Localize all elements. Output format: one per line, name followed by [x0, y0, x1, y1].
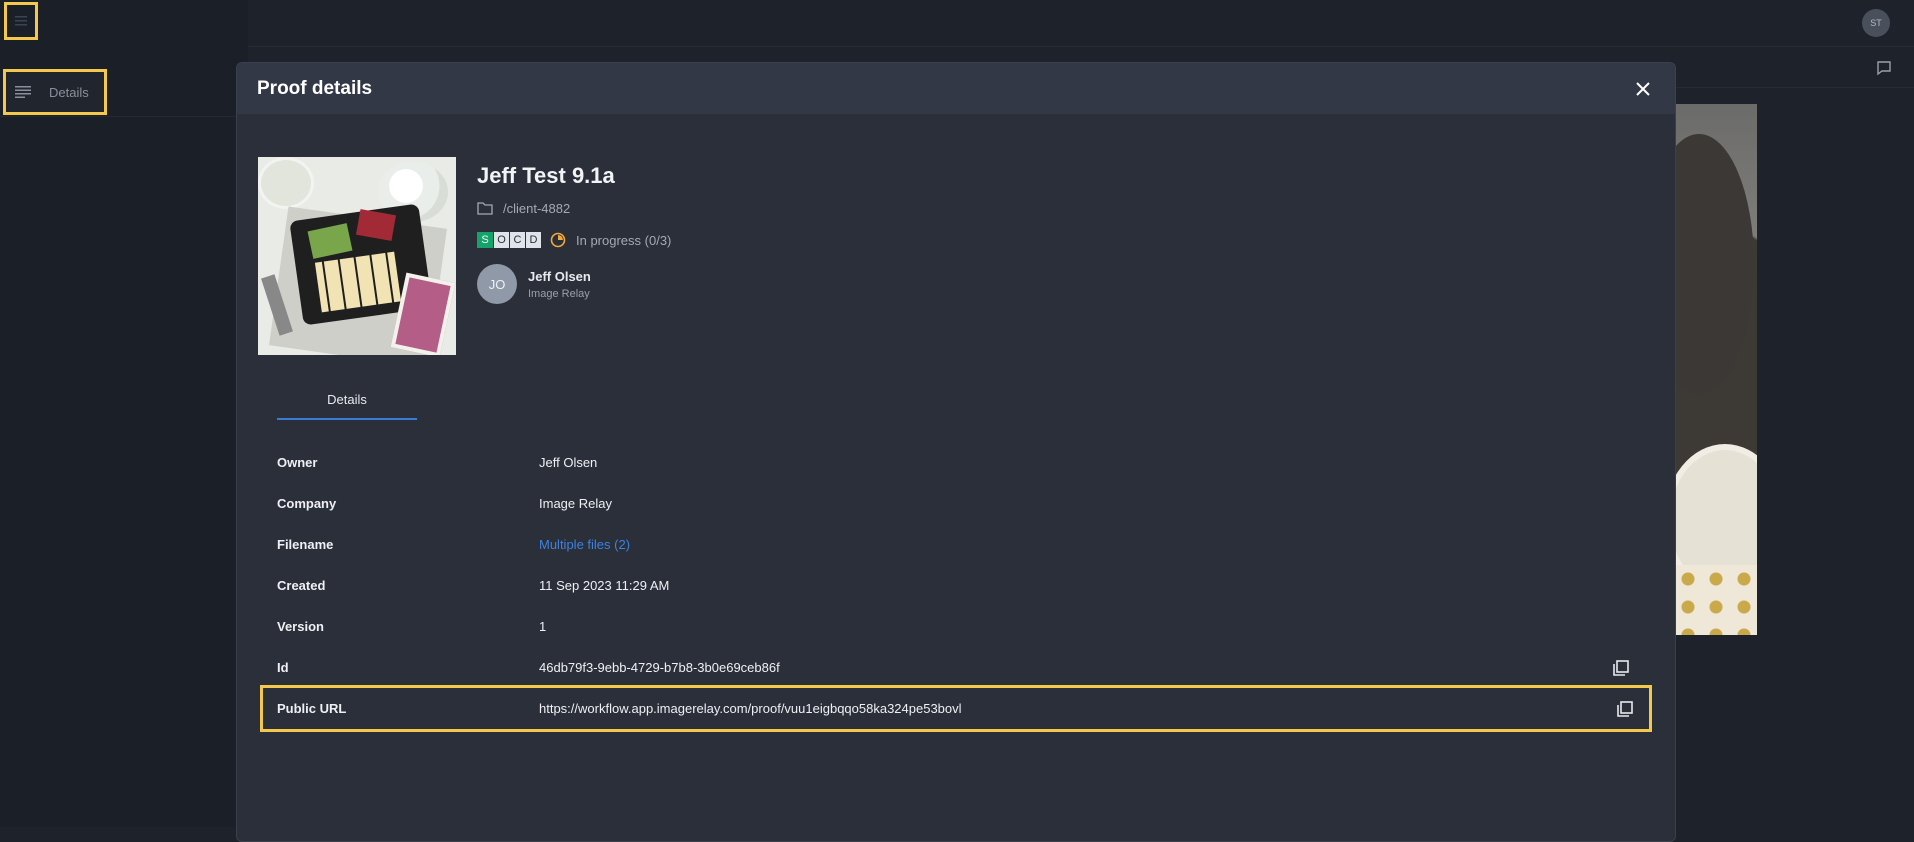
detail-row-id: Id 46db79f3-9ebb-4729-b7b8-3b0e69ceb86f: [277, 647, 1646, 688]
folder-path[interactable]: /client-4882: [477, 201, 671, 216]
detail-value: 11 Sep 2023 11:29 AM: [539, 578, 670, 593]
background-proof-image: [1674, 104, 1757, 635]
modal-tabs: Details: [277, 390, 417, 420]
details-panel-tab-label: Details: [49, 84, 89, 100]
workflow-status: S O C D In progress (0/3): [477, 232, 671, 248]
detail-label: Public URL: [277, 701, 347, 716]
folder-path-text: /client-4882: [503, 201, 571, 216]
status-text: In progress (0/3): [576, 232, 672, 248]
proof-name: Jeff Test 9.1a: [477, 163, 615, 188]
proof-thumbnail[interactable]: [258, 157, 456, 355]
close-button[interactable]: [1631, 77, 1655, 101]
owner-avatar: JO: [477, 264, 517, 304]
detail-label: Id: [277, 660, 289, 675]
copy-id-icon[interactable]: [1612, 659, 1630, 677]
left-panel: [0, 0, 249, 827]
detail-value: Jeff Olsen: [539, 455, 598, 470]
detail-row-filename: Filename Multiple files (2): [277, 524, 1646, 565]
proof-info: Jeff Test 9.1a /client-4882 S O C D In p…: [477, 157, 671, 355]
details-list-icon: [15, 86, 31, 98]
copy-url-icon[interactable]: [1616, 700, 1634, 718]
owner-name: Jeff Olsen: [528, 268, 591, 284]
detail-row-version: Version 1: [277, 606, 1646, 647]
user-avatar[interactable]: ST: [1862, 9, 1890, 37]
detail-row-owner: Owner Jeff Olsen: [277, 442, 1646, 483]
detail-label: Company: [277, 496, 337, 511]
detail-row-public-url: Public URL https://workflow.app.imagerel…: [260, 685, 1652, 732]
proof-details-modal: Proof details Jeff Test 9.1a /client-488…: [236, 62, 1676, 842]
close-icon: [1636, 81, 1650, 96]
tab-details[interactable]: Details: [277, 390, 417, 420]
owner-company: Image Relay: [528, 287, 590, 300]
panel-divider: [0, 116, 248, 117]
step-badge: O: [493, 232, 509, 248]
modal-title: Proof details: [257, 77, 373, 99]
step-badge: S: [477, 232, 493, 248]
detail-label: Created: [277, 578, 326, 593]
top-bar: [248, 0, 1914, 47]
menu-icon: [15, 16, 27, 26]
detail-row-created: Created 11 Sep 2023 11:29 AM: [277, 565, 1646, 606]
modal-header: Proof details: [237, 63, 1675, 114]
filename-link[interactable]: Multiple files (2): [539, 537, 630, 552]
folder-icon: [477, 202, 493, 215]
detail-value: 1: [539, 619, 547, 634]
detail-label: Filename: [277, 537, 334, 552]
details-table: Owner Jeff Olsen Company Image Relay Fil…: [260, 442, 1652, 732]
proof-summary: Jeff Test 9.1a /client-4882 S O C D In p…: [258, 157, 671, 355]
step-badge: C: [509, 232, 525, 248]
step-badge: D: [525, 232, 541, 248]
detail-value: Image Relay: [539, 496, 612, 511]
public-url-value: https://workflow.app.imagerelay.com/proo…: [539, 701, 962, 716]
detail-value: 46db79f3-9ebb-4729-b7b8-3b0e69ceb86f: [539, 660, 780, 675]
detail-label: Owner: [277, 455, 318, 470]
detail-row-company: Company Image Relay: [277, 483, 1646, 524]
detail-label: Version: [277, 619, 324, 634]
details-panel-tab[interactable]: Details: [3, 69, 107, 115]
menu-button[interactable]: [4, 2, 38, 40]
owner-card: JO Jeff Olsen Image Relay: [477, 264, 671, 304]
in-progress-icon: [550, 232, 566, 248]
comment-icon[interactable]: [1876, 60, 1892, 76]
